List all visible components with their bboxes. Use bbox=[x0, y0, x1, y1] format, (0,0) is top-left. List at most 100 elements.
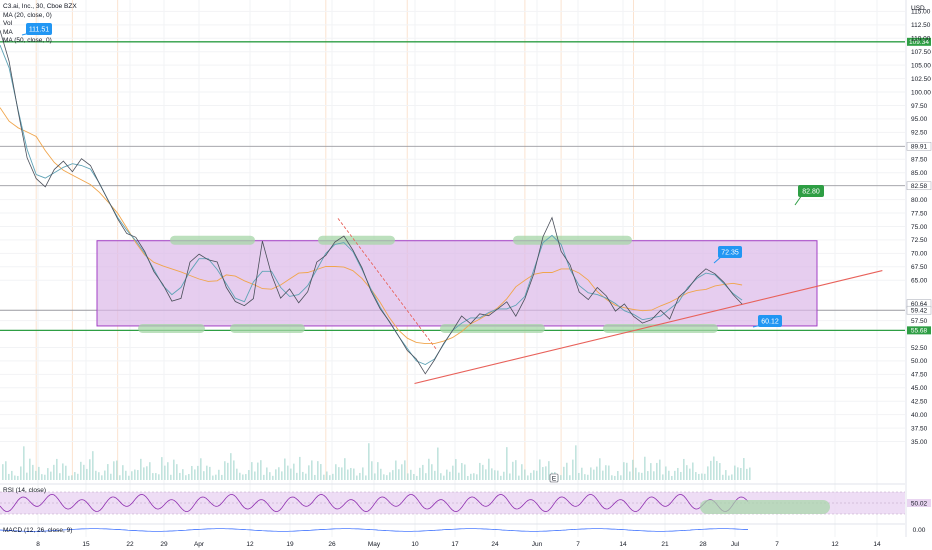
volume-legend[interactable]: Vol bbox=[3, 20, 77, 29]
volume-bar bbox=[455, 459, 457, 480]
volume-bar bbox=[305, 473, 307, 480]
volume-bar bbox=[542, 467, 544, 480]
volume-bar bbox=[629, 471, 631, 480]
volume-bar bbox=[635, 467, 637, 480]
rsi-legend[interactable]: RSI (14, close) bbox=[3, 487, 46, 494]
time-axis[interactable]: 8 15 22 29 Apr 12 19 26 May 10 17 24 Jun 7 14 21 28 Jul 7 1… bbox=[36, 541, 881, 548]
volume-bar bbox=[689, 468, 691, 480]
volume-bar bbox=[104, 470, 106, 480]
volume-bar bbox=[749, 467, 751, 480]
volume-bar bbox=[722, 474, 724, 480]
volume-bar bbox=[443, 475, 445, 480]
volume-bar bbox=[263, 474, 265, 480]
volume-bar bbox=[332, 473, 334, 480]
volume-bar bbox=[563, 466, 565, 480]
volume-bar bbox=[230, 453, 232, 480]
volume-bar bbox=[281, 471, 283, 480]
volume-bar bbox=[185, 475, 187, 480]
volume-bar bbox=[737, 467, 739, 480]
volume-bar bbox=[593, 469, 595, 480]
volume-bar bbox=[401, 464, 403, 480]
macd-value-text: 0.00 bbox=[913, 527, 926, 534]
volume-bar bbox=[548, 461, 550, 480]
volume-bar bbox=[260, 460, 262, 480]
volume-bar bbox=[53, 464, 55, 480]
volume-bar bbox=[533, 470, 535, 480]
price-axis[interactable]: USD115.00112.50110.00107.50105.00102.501… bbox=[905, 0, 931, 537]
volume-bar bbox=[647, 471, 649, 480]
volume-bar bbox=[614, 475, 616, 480]
volume-bar bbox=[257, 462, 259, 480]
ma20-legend[interactable]: MA (20, close, 0) bbox=[3, 12, 77, 21]
y-tick-label: 50.00 bbox=[911, 358, 928, 365]
volume-bar bbox=[11, 470, 13, 480]
y-tick-label: 105.00 bbox=[911, 62, 931, 69]
volume-bar bbox=[17, 475, 19, 480]
volume-bar bbox=[95, 470, 97, 480]
x-tick-label: 14 bbox=[619, 541, 627, 548]
rsi-highlight bbox=[700, 500, 830, 514]
volume-bar bbox=[509, 473, 511, 480]
volume-bar bbox=[203, 471, 205, 480]
x-tick-label: May bbox=[368, 541, 381, 548]
volume-bar bbox=[449, 471, 451, 480]
volume-bar bbox=[59, 473, 61, 480]
volume-bar bbox=[344, 458, 346, 480]
volume-bar bbox=[323, 474, 325, 480]
volume-bar bbox=[287, 465, 289, 480]
volume-bar bbox=[746, 468, 748, 480]
y-tick-label: 87.50 bbox=[911, 157, 928, 164]
volume-bar bbox=[254, 471, 256, 480]
volume-bar bbox=[341, 467, 343, 480]
volume-bar bbox=[311, 460, 313, 480]
volume-bar bbox=[326, 471, 328, 480]
volume-bar bbox=[728, 475, 730, 480]
x-tick-label: 15 bbox=[82, 541, 90, 548]
volume-bar bbox=[131, 471, 133, 480]
x-tick-label: 24 bbox=[491, 541, 499, 548]
volume-bar bbox=[656, 462, 658, 480]
volume-bar bbox=[437, 447, 439, 480]
volume-bar bbox=[518, 475, 520, 480]
y-tick-label: 115.00 bbox=[911, 9, 931, 16]
volume-bar bbox=[419, 467, 421, 480]
volume-bar bbox=[644, 456, 646, 480]
volume-bar bbox=[491, 468, 493, 480]
volume-bar bbox=[89, 459, 91, 480]
volume-bar bbox=[164, 465, 166, 480]
volume-bar bbox=[158, 474, 160, 480]
chart-canvas[interactable]: 109.3489.9182.5860.6459.4255.68 111.5182… bbox=[0, 0, 932, 550]
volume-bar bbox=[293, 463, 295, 480]
volume-bar bbox=[353, 468, 355, 480]
price-level-tag-label: 82.58 bbox=[911, 183, 928, 190]
volume-bar bbox=[473, 473, 475, 480]
volume-bar bbox=[695, 472, 697, 480]
volume-bar bbox=[173, 459, 175, 480]
macd-legend[interactable]: MACD (12, 26, close, 9) bbox=[3, 527, 72, 534]
x-tick-label: 8 bbox=[36, 541, 40, 548]
volume-bar bbox=[35, 470, 37, 480]
volume-bar bbox=[467, 475, 469, 480]
y-tick-label: 35.00 bbox=[911, 439, 928, 446]
volume-bar bbox=[671, 475, 673, 480]
volume-bar bbox=[236, 468, 238, 480]
volume-bar bbox=[269, 472, 271, 480]
x-tick-label: 26 bbox=[328, 541, 336, 548]
volume-bar bbox=[701, 473, 703, 480]
x-tick-label: 22 bbox=[126, 541, 134, 548]
ma-partial-legend[interactable]: MA bbox=[3, 29, 77, 38]
volume-bar bbox=[380, 468, 382, 480]
earnings-marker-label: E bbox=[552, 476, 557, 483]
volume-bar bbox=[668, 470, 670, 480]
volume-bar bbox=[599, 458, 601, 480]
volume-bar bbox=[485, 469, 487, 480]
volume-bar bbox=[170, 474, 172, 480]
y-tick-label: 75.00 bbox=[911, 224, 928, 231]
y-tick-label: 45.00 bbox=[911, 385, 928, 392]
y-tick-label: 77.50 bbox=[911, 210, 928, 217]
volume-bar bbox=[638, 472, 640, 480]
y-tick-label: 107.50 bbox=[911, 49, 931, 56]
ma50-legend[interactable]: MA (50, close, 0) bbox=[3, 37, 77, 46]
symbol-title[interactable]: C3.ai, Inc., 30, Cboe BZX bbox=[3, 3, 77, 12]
volume-bar bbox=[461, 463, 463, 480]
